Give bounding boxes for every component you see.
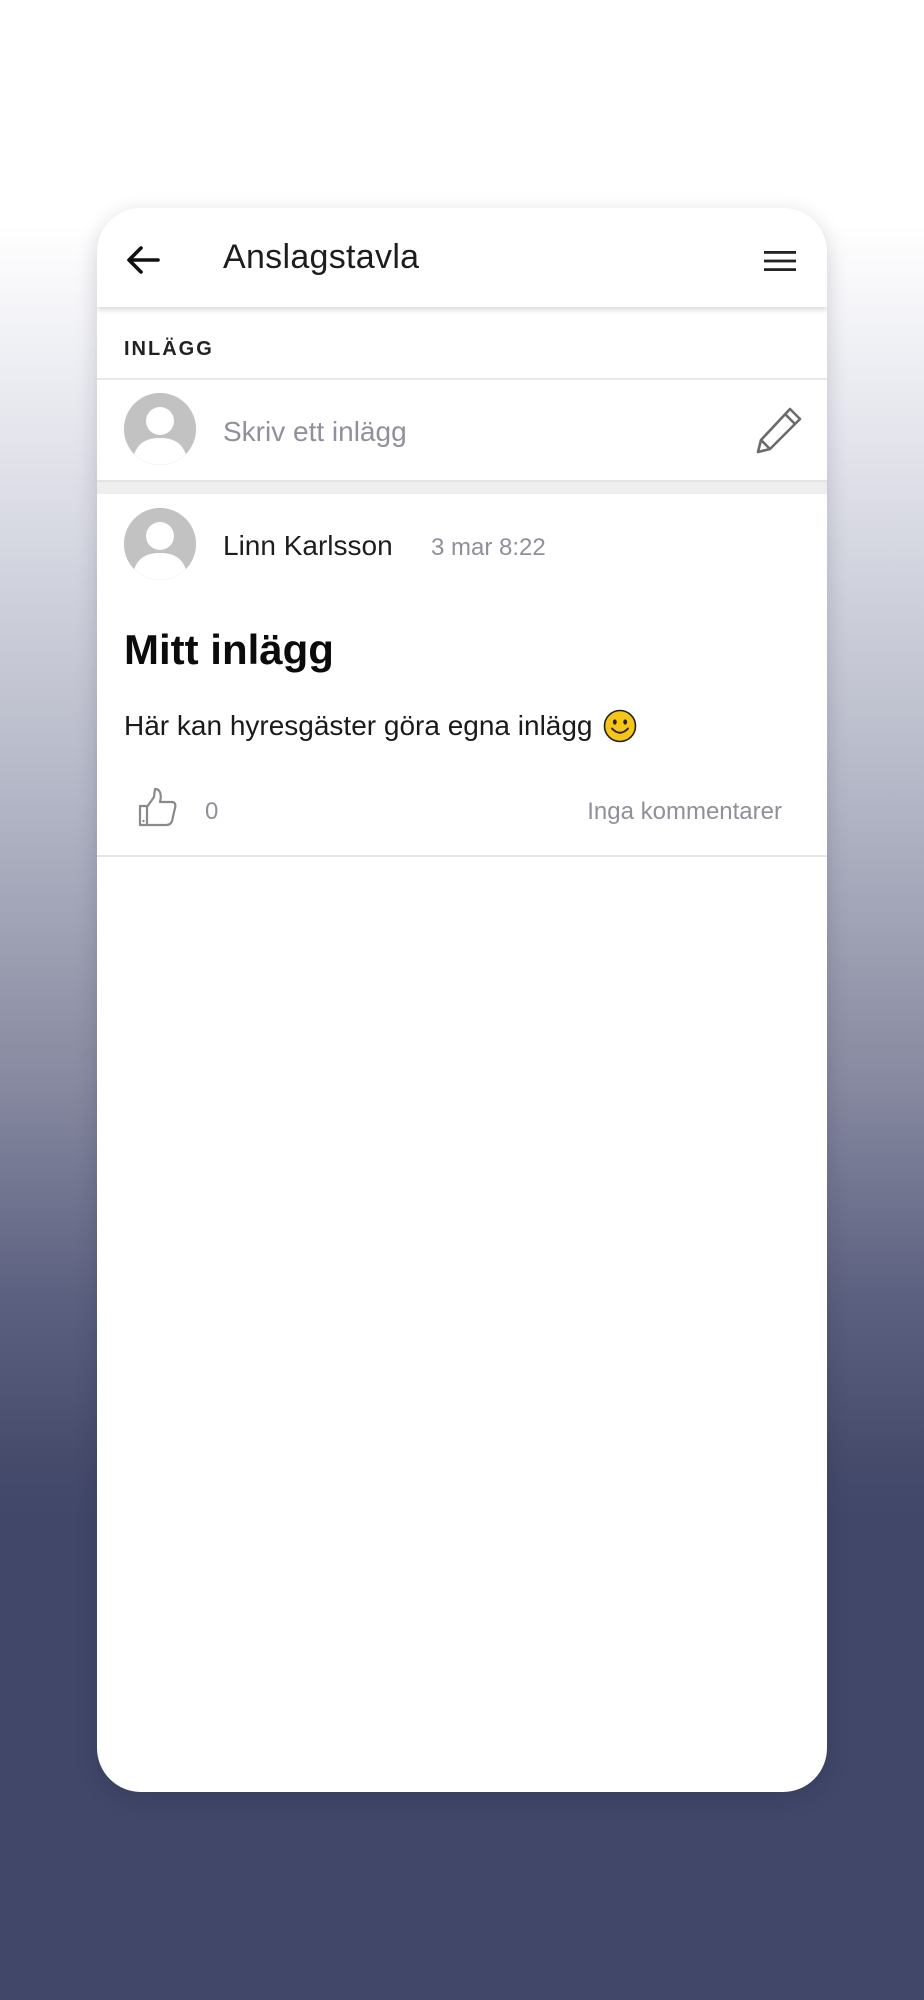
page-title: Anslagstavla: [223, 238, 420, 276]
menu-button[interactable]: [755, 236, 805, 286]
divider: [97, 855, 827, 857]
app-header: Anslagstavla: [97, 208, 827, 307]
smiley-emoji-icon: [603, 709, 636, 743]
like-count: 0: [205, 798, 219, 825]
thumbs-up-icon: [138, 787, 177, 827]
section-label: INLÄGG: [124, 338, 214, 360]
post-composer[interactable]: Skriv ett inlägg: [97, 380, 827, 480]
comments-link[interactable]: Inga kommentarer: [587, 798, 782, 826]
post-title: Mitt inlägg: [124, 626, 334, 673]
default-avatar-icon: [124, 393, 196, 465]
back-button[interactable]: [115, 234, 171, 286]
app-screen: Anslagstavla INLÄGG Skriv ett inlägg Lin…: [97, 208, 827, 1792]
hamburger-menu-icon: [764, 251, 796, 271]
pencil-icon: [756, 407, 802, 454]
author-avatar[interactable]: [124, 508, 196, 580]
avatar: [124, 393, 196, 465]
post-author[interactable]: Linn Karlsson: [223, 530, 393, 562]
write-post-button[interactable]: [753, 404, 805, 456]
like-button[interactable]: [135, 786, 179, 830]
section-separator: [97, 482, 827, 494]
post-body: Här kan hyresgäster göra egna inlägg: [124, 709, 637, 743]
post-body-text: Här kan hyresgäster göra egna inlägg: [124, 710, 593, 741]
arrow-left-icon: [127, 246, 160, 274]
post-timestamp: 3 mar 8:22: [431, 534, 546, 561]
composer-placeholder: Skriv ett inlägg: [223, 416, 407, 447]
default-avatar-icon: [124, 508, 196, 580]
